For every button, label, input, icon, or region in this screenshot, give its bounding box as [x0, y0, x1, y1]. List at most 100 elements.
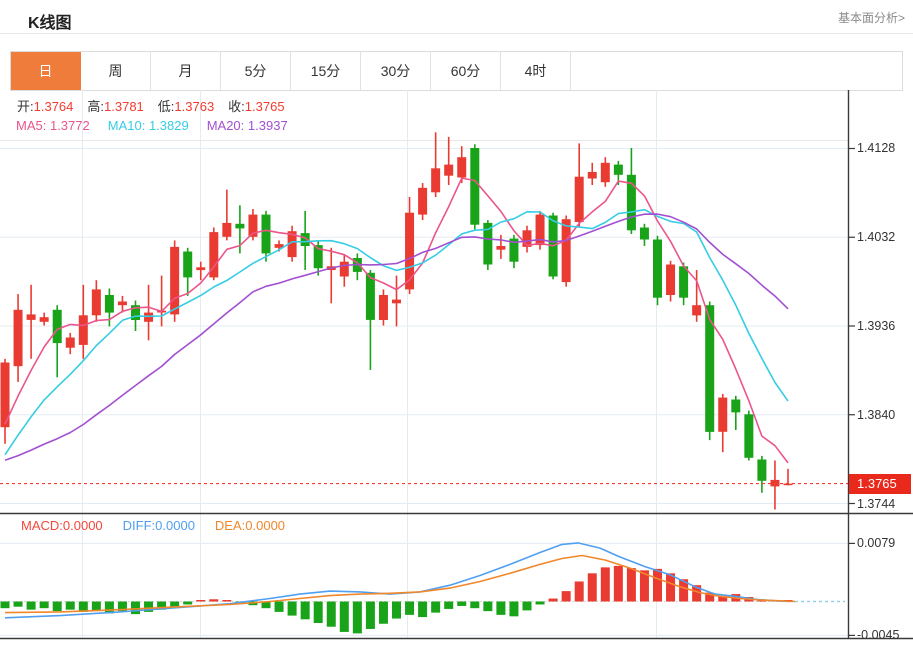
price-axis-label: 1.3936 — [857, 319, 896, 333]
macd-bar — [300, 601, 310, 620]
candle-body — [613, 164, 623, 175]
macd-bar — [470, 601, 480, 609]
candle-body — [718, 397, 728, 432]
candle-body — [392, 299, 401, 304]
candle-body — [378, 295, 388, 320]
candle — [183, 247, 193, 296]
candle-body — [731, 399, 741, 413]
candle — [78, 284, 88, 359]
candle-body — [65, 337, 75, 348]
candle-body — [757, 459, 767, 481]
macd-bar — [65, 601, 75, 610]
candle-body — [39, 317, 49, 322]
candle-body — [196, 267, 206, 271]
candle-body — [561, 219, 571, 283]
candle — [639, 223, 649, 246]
candle — [222, 189, 232, 241]
ma20-value: MA20: 1.3937 — [206, 118, 288, 133]
macd-bar — [0, 601, 10, 609]
candle — [365, 270, 375, 370]
candle-body — [365, 272, 375, 320]
macd-bar — [626, 568, 636, 602]
candle — [26, 284, 36, 359]
macd-bar — [561, 591, 571, 602]
candle-body — [496, 246, 506, 250]
macd-bar — [444, 601, 454, 609]
macd-bar — [405, 601, 415, 615]
candle — [653, 235, 662, 306]
candle — [496, 234, 506, 259]
candle — [770, 460, 780, 510]
macd-bar — [183, 601, 193, 605]
candle — [718, 393, 728, 453]
price-axis-label: 1.3840 — [857, 408, 896, 422]
candle-body — [91, 289, 101, 316]
candle — [104, 288, 114, 327]
candle — [509, 234, 519, 269]
candle — [587, 162, 597, 185]
macd-bar — [287, 601, 297, 616]
low-value: 低:1.3763 — [157, 99, 215, 114]
candle — [339, 255, 349, 287]
ma10-line — [4, 208, 789, 456]
candle — [666, 260, 676, 302]
candle-body — [144, 312, 154, 322]
macd-bar — [392, 601, 401, 619]
candle — [0, 358, 10, 444]
candle-body — [574, 176, 584, 222]
macd-bar — [26, 601, 36, 610]
macd-bar — [587, 573, 597, 602]
macd-bar — [600, 567, 610, 602]
macd-bar — [574, 581, 584, 602]
candle-body — [470, 148, 480, 225]
candle — [13, 294, 23, 382]
candle — [196, 261, 206, 281]
candle-body — [444, 164, 454, 176]
candle — [744, 410, 754, 461]
price-axis-label: 1.4032 — [857, 230, 896, 244]
candle — [52, 305, 62, 378]
candle — [705, 301, 715, 441]
candle-body — [405, 212, 415, 290]
candle-body — [679, 266, 689, 298]
candle — [522, 225, 532, 253]
price-axis-label: 1.3744 — [857, 497, 896, 511]
macd-bar — [313, 601, 323, 624]
candle-body — [261, 214, 271, 254]
candle — [91, 280, 101, 322]
candle — [326, 247, 336, 304]
candle-body — [666, 264, 676, 295]
macd-bar — [196, 600, 206, 602]
last-price-badge: 1.3765 — [849, 474, 911, 494]
macd-bar — [522, 601, 532, 611]
ma10-value: MA10: 1.3829 — [107, 118, 189, 133]
macd-value: MACD:0.0000 — [21, 518, 103, 533]
ma20-line — [4, 213, 789, 462]
candle — [431, 132, 441, 197]
candle-body — [235, 223, 245, 229]
macd-bar — [222, 600, 232, 602]
macd-bar — [431, 601, 441, 613]
macd-bar — [483, 601, 493, 612]
candle-body — [457, 157, 467, 178]
macd-bar — [39, 601, 49, 609]
ohlc-legend: 开:1.3764 高:1.3781 低:1.3763 收:1.3765 — [17, 96, 285, 115]
macd-bar — [52, 601, 62, 612]
candle-body — [183, 251, 193, 278]
candle — [444, 136, 454, 185]
macd-bar — [378, 601, 388, 624]
high-value: 高:1.3781 — [87, 99, 144, 114]
candle-body — [653, 239, 662, 298]
candle — [731, 395, 741, 430]
macd-bar — [365, 601, 375, 629]
candle-body — [431, 168, 441, 193]
candle-body — [26, 314, 36, 320]
candle-body — [587, 172, 597, 179]
diff-value: DIFF:0.0000 — [122, 518, 195, 533]
candle-body — [692, 305, 702, 316]
candle — [574, 143, 584, 228]
macd-bar — [274, 601, 284, 612]
candle — [600, 157, 610, 187]
macd-legend: MACD:0.0000 DIFF:0.0000 DEA:0.0000 — [21, 518, 285, 533]
dea-value: DEA:0.0000 — [214, 518, 286, 533]
